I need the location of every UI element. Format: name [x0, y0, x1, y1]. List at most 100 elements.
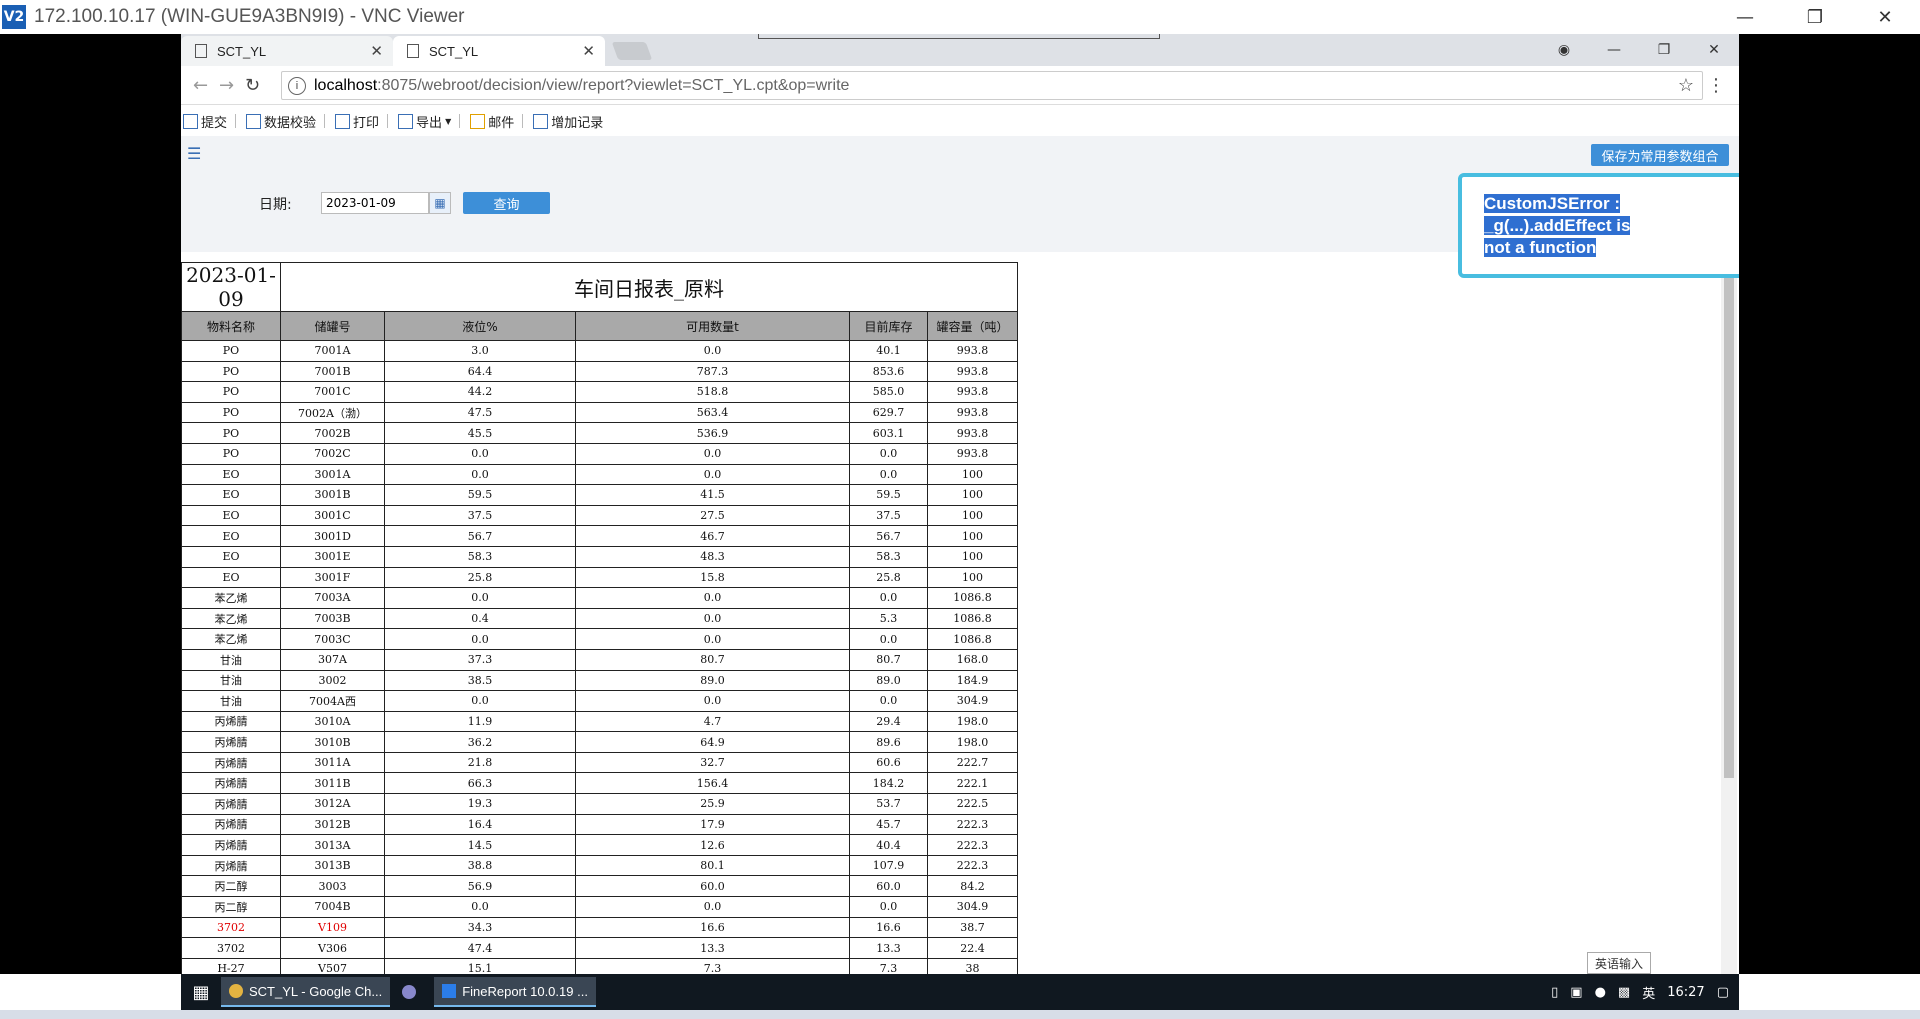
table-cell[interactable]: 0.0 — [849, 442, 928, 465]
network-icon[interactable]: ▩ — [1618, 985, 1630, 1000]
table-cell[interactable]: 7003B — [280, 607, 385, 630]
ime-indicator[interactable]: 英 — [1642, 983, 1655, 1002]
table-cell[interactable]: 38.7 — [926, 916, 1019, 939]
table-cell[interactable]: 47.4 — [384, 937, 576, 959]
table-cell[interactable]: 38.8 — [384, 854, 576, 877]
table-cell[interactable]: 32.7 — [575, 751, 850, 774]
table-cell[interactable]: 29.4 — [849, 710, 928, 733]
table-cell[interactable]: 222.7 — [926, 751, 1019, 774]
table-cell[interactable]: 38.5 — [384, 669, 576, 692]
table-cell[interactable]: 丙烯腈 — [181, 731, 281, 753]
table-cell[interactable]: 64.4 — [384, 360, 576, 383]
table-cell[interactable]: 40.4 — [849, 834, 928, 856]
table-cell[interactable]: 100 — [926, 504, 1019, 527]
table-cell[interactable]: 222.3 — [926, 854, 1019, 877]
table-cell[interactable]: 丙烯腈 — [181, 813, 281, 836]
table-cell[interactable]: 苯乙烯 — [181, 587, 281, 609]
table-cell[interactable]: 787.3 — [575, 360, 850, 383]
info-icon[interactable]: i — [288, 76, 306, 95]
table-cell[interactable]: 3702 — [181, 916, 281, 939]
table-cell[interactable]: 222.3 — [926, 813, 1019, 836]
menu-icon[interactable]: ⋮ — [1707, 75, 1725, 96]
clock[interactable]: 16:27 — [1667, 985, 1704, 1000]
table-cell[interactable]: 0.4 — [384, 607, 576, 630]
table-cell[interactable]: 60.0 — [575, 875, 850, 898]
table-cell[interactable]: 21.8 — [384, 751, 576, 774]
table-cell[interactable]: 甘油 — [181, 648, 281, 671]
tray-app-icon[interactable]: ● — [1595, 985, 1606, 1000]
table-cell[interactable]: 993.8 — [926, 360, 1019, 383]
table-cell[interactable]: 993.8 — [926, 401, 1019, 424]
table-cell[interactable]: 89.6 — [849, 731, 928, 753]
table-cell[interactable]: PO — [181, 401, 281, 424]
notification-icon[interactable]: ▢ — [1717, 985, 1729, 1000]
print-button[interactable]: 打印 — [333, 112, 389, 131]
table-cell[interactable]: 25.8 — [849, 566, 928, 589]
table-cell[interactable]: PO — [181, 422, 281, 444]
table-cell[interactable]: 27.5 — [575, 504, 850, 527]
scrollbar-thumb[interactable] — [1724, 278, 1734, 778]
table-cell[interactable]: 7001A — [280, 340, 385, 362]
table-cell[interactable]: 156.4 — [575, 772, 850, 795]
table-cell[interactable]: 丙烯腈 — [181, 793, 281, 815]
table-cell[interactable]: 89.0 — [849, 669, 928, 692]
table-cell[interactable]: H-27 — [181, 957, 281, 974]
table-cell[interactable]: 56.7 — [384, 525, 576, 547]
table-cell[interactable]: PO — [181, 381, 281, 403]
restore-icon[interactable]: ❐ — [1639, 34, 1689, 66]
table-cell[interactable]: EO — [181, 463, 281, 486]
table-cell[interactable]: 0.0 — [384, 442, 576, 465]
table-cell[interactable]: 0.0 — [849, 690, 928, 712]
table-cell[interactable]: 丙二醇 — [181, 875, 281, 898]
table-cell[interactable]: 甘油 — [181, 690, 281, 712]
table-cell[interactable]: 80.7 — [575, 648, 850, 671]
table-cell[interactable]: 184.2 — [849, 772, 928, 795]
table-cell[interactable]: 0.0 — [575, 340, 850, 362]
table-cell[interactable]: 3002 — [280, 669, 385, 692]
table-cell[interactable]: 0.0 — [575, 896, 850, 918]
table-cell[interactable]: 甘油 — [181, 669, 281, 692]
add-record-button[interactable]: 增加记录 — [531, 112, 603, 131]
table-cell[interactable]: 58.3 — [384, 545, 576, 568]
table-cell[interactable]: 993.8 — [926, 422, 1019, 444]
table-cell[interactable]: 993.8 — [926, 381, 1019, 403]
table-cell[interactable]: PO — [181, 340, 281, 362]
table-cell[interactable]: 12.6 — [575, 834, 850, 856]
table-cell[interactable]: 563.4 — [575, 401, 850, 424]
table-cell[interactable]: 100 — [926, 463, 1019, 486]
table-cell[interactable]: 丙二醇 — [181, 896, 281, 918]
table-cell[interactable]: 苯乙烯 — [181, 607, 281, 630]
table-cell[interactable]: 59.5 — [849, 484, 928, 506]
table-cell[interactable]: 丙烯腈 — [181, 751, 281, 774]
table-cell[interactable]: 89.0 — [575, 669, 850, 692]
table-cell[interactable]: 丙烯腈 — [181, 854, 281, 877]
forward-icon[interactable]: → — [219, 75, 234, 96]
table-cell[interactable]: 184.9 — [926, 669, 1019, 692]
table-cell[interactable]: EO — [181, 566, 281, 589]
table-cell[interactable]: 307A — [280, 648, 385, 671]
table-cell[interactable]: 0.0 — [384, 896, 576, 918]
table-cell[interactable]: 11.9 — [384, 710, 576, 733]
table-cell[interactable]: 40.1 — [849, 340, 928, 362]
table-cell[interactable]: 84.2 — [926, 875, 1019, 898]
table-cell[interactable]: 丙烯腈 — [181, 772, 281, 795]
table-cell[interactable]: 15.8 — [575, 566, 850, 589]
table-cell[interactable]: 0.0 — [575, 442, 850, 465]
close-tab-icon[interactable]: ✕ — [370, 42, 383, 60]
table-cell[interactable]: 34.3 — [384, 916, 576, 939]
query-button[interactable]: 查询 — [463, 192, 550, 214]
table-cell[interactable]: 3001D — [280, 525, 385, 547]
table-cell[interactable]: 168.0 — [926, 648, 1019, 671]
table-cell[interactable]: 17.9 — [575, 813, 850, 836]
close-tab-icon[interactable]: ✕ — [582, 42, 595, 60]
table-cell[interactable]: 0.0 — [849, 896, 928, 918]
table-cell[interactable]: 16.6 — [575, 916, 850, 939]
table-cell[interactable]: 304.9 — [926, 690, 1019, 712]
table-cell[interactable]: 198.0 — [926, 731, 1019, 753]
table-cell[interactable]: 60.6 — [849, 751, 928, 774]
table-cell[interactable]: 13.3 — [575, 937, 850, 959]
table-cell[interactable]: 16.6 — [849, 916, 928, 939]
table-cell[interactable]: 3702 — [181, 937, 281, 959]
table-cell[interactable]: 58.3 — [849, 545, 928, 568]
calendar-icon[interactable]: ▦ — [429, 192, 451, 214]
